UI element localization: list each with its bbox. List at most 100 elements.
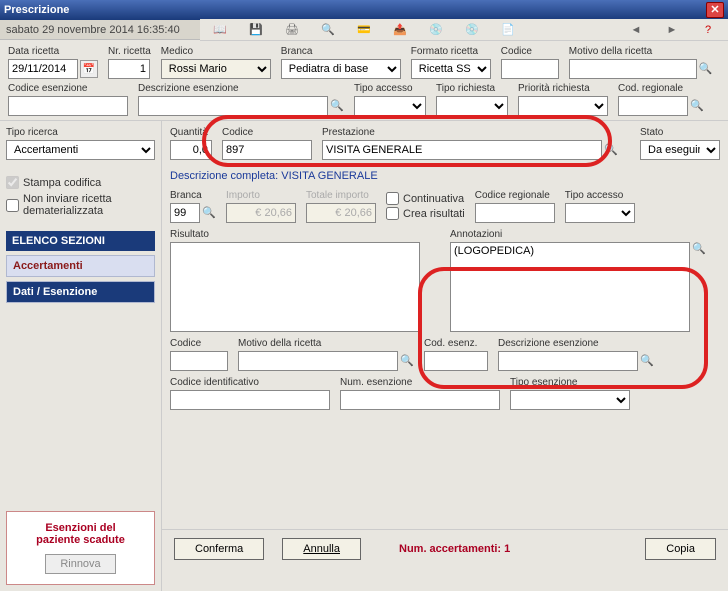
- left-sidebar: Tipo ricerca Accertamenti Stampa codific…: [0, 121, 162, 591]
- cd2-icon[interactable]: 💿: [458, 16, 486, 44]
- sidebar-item-dati-esenzione[interactable]: Dati / Esenzione: [6, 281, 155, 303]
- cod-esenz-label: Codice esenzione: [8, 83, 128, 94]
- num-esenz-label: Num. esenzione: [340, 377, 500, 388]
- search-icon[interactable]: 🔍: [692, 242, 706, 256]
- search-icon[interactable]: 🔍: [202, 206, 216, 220]
- priorita-select[interactable]: [518, 96, 608, 116]
- annulla-button[interactable]: Annulla: [282, 538, 361, 560]
- non-inviare-check[interactable]: Non inviare ricetta dematerializzata: [6, 193, 155, 217]
- cd-icon[interactable]: 💿: [422, 16, 450, 44]
- desc-esenz2-input[interactable]: [498, 351, 638, 371]
- search-icon[interactable]: 🔍: [604, 143, 618, 157]
- card-icon[interactable]: 💳: [350, 16, 378, 44]
- branca-select[interactable]: Pediatra di base: [281, 59, 401, 79]
- search-icon[interactable]: 🔍: [640, 354, 654, 368]
- footer-bar: Conferma Annulla Num. accertamenti: 1 Co…: [162, 529, 728, 568]
- search-icon[interactable]: 🔍: [690, 99, 704, 113]
- continuativa-check[interactable]: Continuativa: [386, 192, 465, 205]
- tot-importo-input: [306, 203, 376, 223]
- copia-button[interactable]: Copia: [645, 538, 716, 560]
- sidebar-item-accertamenti[interactable]: Accertamenti: [6, 255, 155, 277]
- branca-det-label: Branca: [170, 190, 216, 201]
- warning-box: Esenzioni del paziente scadute Rinnova: [6, 511, 155, 585]
- tipo-ricerca-label: Tipo ricerca: [6, 127, 155, 138]
- help-icon[interactable]: ?: [694, 16, 722, 44]
- risultato-textarea[interactable]: [170, 242, 420, 332]
- toolbar: 📖 💾 🖨 🔍 💳 📤 💿 💿 📄 ◄ ► ?: [200, 19, 728, 41]
- rinnova-button[interactable]: Rinnova: [45, 554, 115, 574]
- num-esenz-input[interactable]: [340, 390, 500, 410]
- tipo-acc-det-label: Tipo accesso: [565, 190, 635, 201]
- desc-esenz-input[interactable]: [138, 96, 328, 116]
- annotazioni-textarea[interactable]: (LOGOPEDICA): [450, 242, 690, 332]
- tipo-accesso-select[interactable]: [354, 96, 426, 116]
- cod-esenz2-input[interactable]: [424, 351, 488, 371]
- elenco-sezioni-header: ELENCO SEZIONI: [6, 231, 155, 251]
- medico-select[interactable]: Rossi Mario: [161, 59, 271, 79]
- search-icon[interactable]: 🔍: [330, 99, 344, 113]
- codice-label: Codice: [501, 46, 559, 57]
- tipo-esenz-select[interactable]: [510, 390, 630, 410]
- formato-label: Formato ricetta: [411, 46, 491, 57]
- cod-ident-input[interactable]: [170, 390, 330, 410]
- cod-reg-det-input[interactable]: [475, 203, 555, 223]
- codice2-label: Codice: [170, 338, 228, 349]
- codice-det-input[interactable]: [222, 140, 312, 160]
- codice2-input[interactable]: [170, 351, 228, 371]
- book-icon[interactable]: 📖: [206, 16, 234, 44]
- formato-select[interactable]: Ricetta SSN: [411, 59, 491, 79]
- desc-esenz2-label: Descrizione esenzione: [498, 338, 654, 349]
- quantita-label: Quantità: [170, 127, 212, 138]
- codice-det-label: Codice: [222, 127, 312, 138]
- data-ricetta-input[interactable]: [8, 59, 78, 79]
- calendar-icon[interactable]: 📅: [80, 60, 98, 78]
- prestazione-label: Prestazione: [322, 127, 630, 138]
- quantita-input[interactable]: [170, 140, 212, 160]
- priorita-label: Priorità richiesta: [518, 83, 608, 94]
- stato-select[interactable]: Da eseguire: [640, 140, 720, 160]
- status-bar: sabato 29 novembre 2014 16:35:40 📖 💾 🖨 🔍…: [0, 20, 728, 40]
- motivo2-label: Motivo della ricetta: [238, 338, 414, 349]
- print-icon[interactable]: 🖨: [278, 16, 306, 44]
- tipo-accesso-label: Tipo accesso: [354, 83, 426, 94]
- cod-ident-label: Codice identificativo: [170, 377, 330, 388]
- annotazioni-label: Annotazioni: [450, 229, 720, 240]
- tipo-richiesta-label: Tipo richiesta: [436, 83, 508, 94]
- risultato-label: Risultato: [170, 229, 440, 240]
- medico-label: Medico: [161, 46, 271, 57]
- cod-reg-det-label: Codice regionale: [475, 190, 555, 201]
- crea-risultati-check[interactable]: Crea risultati: [386, 207, 465, 220]
- tipo-ricerca-select[interactable]: Accertamenti: [6, 140, 155, 160]
- cod-regionale-input[interactable]: [618, 96, 688, 116]
- cod-regionale-label: Cod. regionale: [618, 83, 704, 94]
- search-icon[interactable]: 🔍: [699, 62, 713, 76]
- cod-esenz2-label: Cod. esenz.: [424, 338, 488, 349]
- motivo-label: Motivo della ricetta: [569, 46, 713, 57]
- header-form: Data ricetta 📅 Nr. ricetta Medico Rossi …: [0, 40, 728, 121]
- search-doc-icon[interactable]: 🔍: [314, 16, 342, 44]
- detail-panel: Quantità Codice Prestazione 🔍 Stato Da e…: [162, 121, 728, 591]
- motivo-input[interactable]: [569, 59, 697, 79]
- window-title: Prescrizione: [4, 4, 69, 16]
- transfer-icon[interactable]: 📤: [386, 16, 414, 44]
- next-icon[interactable]: ►: [658, 16, 686, 44]
- save-icon[interactable]: 💾: [242, 16, 270, 44]
- num-accertamenti: Num. accertamenti: 1: [399, 543, 510, 555]
- cod-esenz-input[interactable]: [8, 96, 128, 116]
- tipo-richiesta-select[interactable]: [436, 96, 508, 116]
- tipo-acc-det-select[interactable]: [565, 203, 635, 223]
- nr-ricetta-input[interactable]: [108, 59, 150, 79]
- branca-det-input[interactable]: [170, 203, 200, 223]
- stampa-codifica-check[interactable]: Stampa codifica: [6, 176, 155, 189]
- prev-icon[interactable]: ◄: [622, 16, 650, 44]
- motivo2-input[interactable]: [238, 351, 398, 371]
- prestazione-input[interactable]: [322, 140, 602, 160]
- importo-input: [226, 203, 296, 223]
- conferma-button[interactable]: Conferma: [174, 538, 264, 560]
- branca-label: Branca: [281, 46, 401, 57]
- tipo-esenz-label: Tipo esenzione: [510, 377, 630, 388]
- doc-icon[interactable]: 📄: [494, 16, 522, 44]
- importo-label: Importo: [226, 190, 296, 201]
- search-icon[interactable]: 🔍: [400, 354, 414, 368]
- codice-input[interactable]: [501, 59, 559, 79]
